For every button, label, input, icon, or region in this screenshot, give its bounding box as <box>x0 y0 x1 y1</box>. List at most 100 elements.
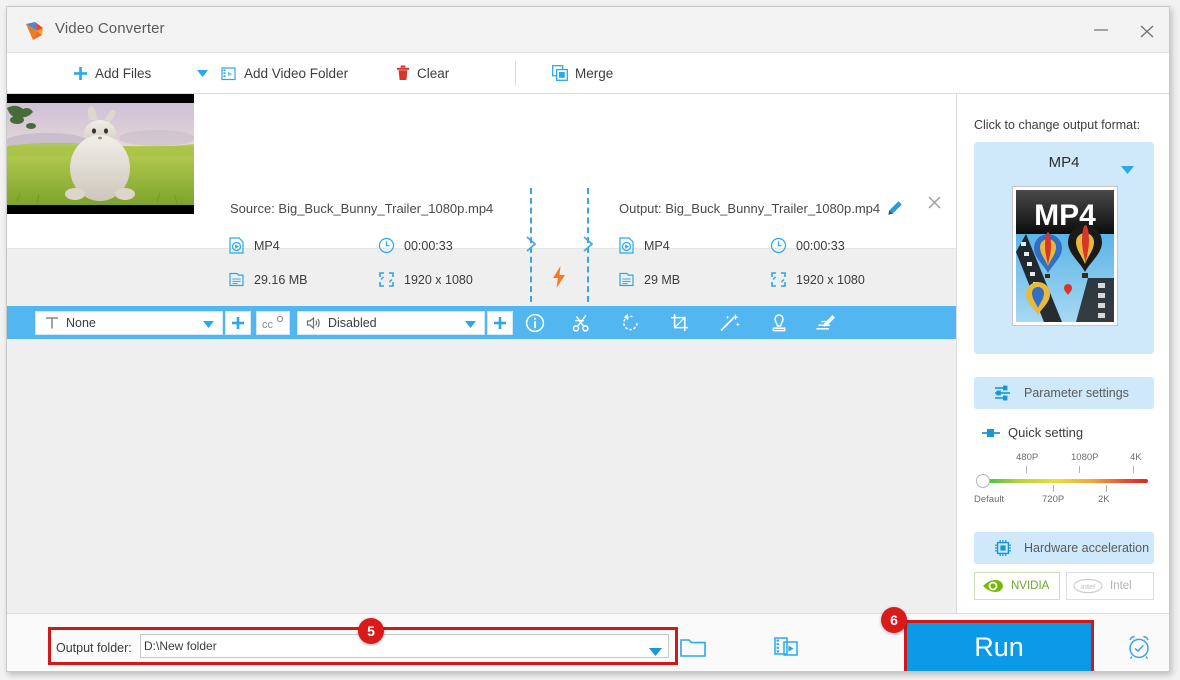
schedule-alarm-button[interactable] <box>1125 633 1153 666</box>
rotate-icon[interactable] <box>621 313 643 333</box>
info-icon[interactable] <box>525 313 547 333</box>
crop-icon[interactable] <box>670 313 692 333</box>
chevron-right-icon <box>582 235 594 258</box>
merge-label: Merge <box>575 65 614 81</box>
media-file-icon <box>619 237 634 254</box>
trim-scissors-icon[interactable] <box>572 313 594 333</box>
minimize-icon <box>1094 29 1108 31</box>
closed-caption-icon: cc <box>262 315 284 331</box>
resize-icon <box>771 272 786 287</box>
toolbar-divider <box>515 61 516 86</box>
run-button[interactable]: Run <box>904 620 1094 671</box>
main-toolbar: Add Files Add Video Folder Clear Merge <box>7 53 1169 94</box>
slider-label-1080p: 1080P <box>1071 452 1099 463</box>
source-resolution: 1920 x 1080 <box>378 271 473 288</box>
slider-label-720p: 720P <box>1042 494 1065 505</box>
source-size: 29.16 MB <box>228 271 308 288</box>
clear-button[interactable]: Clear <box>396 53 449 93</box>
plus-icon <box>494 317 506 329</box>
subtitle-value: None <box>66 316 96 330</box>
merge-button[interactable]: Merge <box>552 53 613 93</box>
watermark-icon[interactable] <box>769 313 791 333</box>
slider-tick <box>1133 466 1134 473</box>
file-action-bar: None cc Disabled <box>7 306 956 339</box>
plus-icon <box>74 66 87 80</box>
quality-slider[interactable]: 480P 1080P 4K Default 720P 2K <box>974 452 1154 514</box>
file-item-row[interactable]: Source: Big_Buck_Bunny_Trailer_1080p.mp4… <box>7 94 956 302</box>
close-icon <box>928 196 941 209</box>
slider-label-4k: 4K <box>1130 452 1142 463</box>
source-resolution-value: 1920 x 1080 <box>404 272 473 287</box>
svg-text:cc: cc <box>262 319 274 331</box>
output-format-card[interactable]: MP4 MP4 <box>974 142 1154 354</box>
hardware-acceleration-label: Hardware acceleration <box>1024 541 1150 555</box>
nvidia-accelerator-toggle[interactable]: NVIDIA <box>974 572 1060 600</box>
add-video-folder-button[interactable]: Add Video Folder <box>221 53 348 93</box>
minimize-button[interactable] <box>1078 7 1124 53</box>
video-thumbnail <box>7 94 194 214</box>
open-folder-icon <box>680 639 706 657</box>
remove-file-button[interactable] <box>927 195 942 215</box>
output-format: MP4 <box>618 237 670 254</box>
output-duration: 00:00:33 <box>770 237 845 254</box>
add-files-dropdown-button[interactable] <box>189 53 215 93</box>
parameter-settings-label: Parameter settings <box>1024 386 1129 400</box>
parameter-settings-button[interactable]: Parameter settings <box>974 377 1154 409</box>
quick-setting-row[interactable]: Quick setting <box>982 425 1083 440</box>
source-duration: 00:00:33 <box>378 237 453 254</box>
speaker-icon <box>306 316 320 330</box>
effect-wand-icon[interactable] <box>719 313 741 333</box>
trash-icon <box>397 65 409 80</box>
add-audio-button[interactable] <box>487 311 513 335</box>
resize-icon <box>379 272 394 287</box>
accelerator-options: NVIDIA intel Intel <box>974 572 1154 600</box>
app-logo-play-icon <box>23 20 45 42</box>
lightning-bolt-icon <box>551 266 567 293</box>
video-folder-icon <box>221 66 236 80</box>
slider-tick <box>1079 466 1080 473</box>
clock-icon <box>770 237 787 254</box>
intel-accelerator-toggle[interactable]: intel Intel <box>1066 572 1154 600</box>
close-icon <box>1140 25 1154 38</box>
edit-output-name-button[interactable] <box>887 200 903 221</box>
output-format-hint: Click to change output format: <box>974 118 1141 132</box>
output-folder-input[interactable]: D:\New folder <box>140 634 669 658</box>
chevron-down-icon[interactable] <box>1121 161 1134 179</box>
add-files-button[interactable]: Add Files <box>73 53 151 93</box>
chevron-down-icon <box>196 69 208 77</box>
slider-track[interactable] <box>984 479 1148 483</box>
quick-setting-label: Quick setting <box>1008 425 1084 440</box>
audio-select[interactable]: Disabled <box>297 311 485 335</box>
closed-caption-button[interactable]: cc <box>256 311 290 335</box>
output-folder-dropdown[interactable] <box>649 643 662 661</box>
nvidia-eye-icon <box>983 580 1003 592</box>
open-media-folder-button[interactable] <box>774 635 798 663</box>
chevron-right-icon <box>525 235 537 258</box>
hardware-acceleration-button[interactable]: Hardware acceleration <box>974 532 1154 564</box>
file-list-area: Source: Big_Buck_Bunny_Trailer_1080p.mp4… <box>7 94 957 613</box>
document-icon <box>619 272 634 287</box>
add-subtitle-button[interactable] <box>225 311 251 335</box>
add-files-label: Add Files <box>95 65 152 81</box>
slider-tick <box>1026 466 1027 473</box>
output-size-value: 29 MB <box>644 272 681 287</box>
browse-folder-button[interactable] <box>680 637 706 663</box>
source-format-value: MP4 <box>254 238 280 253</box>
subtitle-T-icon <box>46 317 58 329</box>
merge-squares-icon <box>552 65 568 81</box>
subtitle-select[interactable]: None <box>35 311 223 335</box>
chevron-down-icon <box>465 321 476 328</box>
svg-text:intel: intel <box>1081 582 1095 591</box>
subtitle-edit-icon[interactable] <box>815 313 837 333</box>
annotation-badge-5: 5 <box>358 618 384 644</box>
output-resolution: 1920 x 1080 <box>770 271 865 288</box>
output-folder-label: Output folder: <box>56 641 132 655</box>
output-duration-value: 00:00:33 <box>796 238 845 253</box>
source-filename: Source: Big_Buck_Bunny_Trailer_1080p.mp4 <box>230 201 494 216</box>
alarm-clock-icon <box>1129 635 1149 660</box>
slider-knob[interactable] <box>976 474 990 488</box>
document-icon <box>229 272 244 287</box>
close-button[interactable] <box>1124 7 1169 53</box>
source-format: MP4 <box>228 237 280 254</box>
media-file-icon <box>229 237 244 254</box>
